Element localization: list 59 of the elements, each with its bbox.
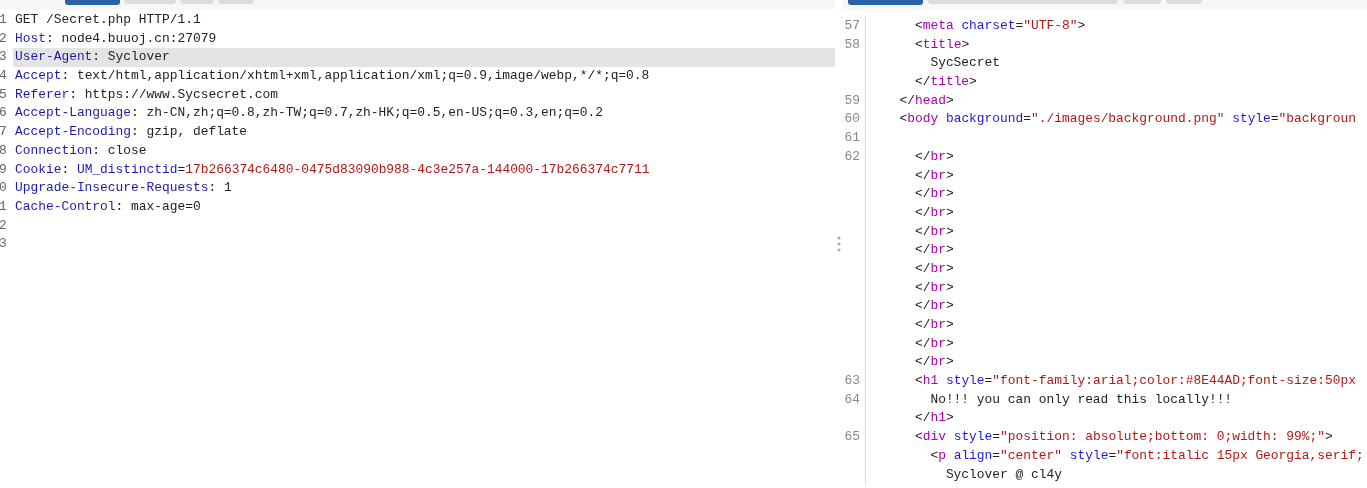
code-line: </br>	[913, 259, 954, 278]
line-number: 1	[0, 197, 8, 216]
code-line: Connection: close	[14, 141, 148, 160]
line-number: 58	[843, 35, 866, 55]
code-line: </br>	[913, 278, 954, 297]
code-line: Accept: text/html,application/xhtml+xml,application/xml;q=0.9,image/webp,*/*;q=0.8	[14, 67, 651, 86]
line-number: 9	[0, 160, 8, 179]
line-number: 0	[0, 179, 8, 198]
line-number: 64	[843, 390, 866, 410]
line-number: 8	[0, 141, 8, 160]
code-line: GET /Secret.php HTTP/1.1	[14, 11, 202, 29]
code-line: </br>	[913, 222, 954, 241]
code-line: <h1 style="font-family:arial;color:#8E44AD;font-size:50px	[913, 372, 1356, 391]
tab[interactable]	[848, 0, 923, 5]
code-line: </h1>	[913, 409, 954, 428]
code-line: </head>	[898, 91, 954, 110]
code-line: Host: node4.buuoj.cn:27079	[14, 29, 218, 48]
code-line: </br>	[913, 147, 954, 166]
code-line: Accept-Language: zh-CN,zh;q=0.8,zh-TW;q=0.7,zh-HK;q=0.5,en-US;q=0.3,en;q=0.2	[14, 104, 604, 123]
code-line: </title>	[913, 73, 977, 92]
code-line: No!!! you can only read this locally!!!	[929, 390, 1233, 409]
code-line: </br>	[913, 334, 954, 353]
code-line: </br>	[913, 166, 954, 185]
line-number: 2	[0, 216, 8, 235]
code-line: <title>	[913, 35, 970, 54]
code-line: Referer: https://www.Sycsecret.com	[14, 85, 280, 104]
code-line: </br>	[913, 353, 954, 372]
code-line: </br>	[913, 297, 954, 316]
line-number: 6	[0, 104, 8, 123]
code-line: <meta charset="UTF-8">	[913, 17, 1086, 35]
line-number: 60	[843, 110, 866, 130]
tab[interactable]	[65, 0, 120, 5]
line-number: 7	[0, 123, 8, 142]
code-line: Syclover @ cl4y	[944, 465, 1062, 484]
code-line: SycSecret	[929, 54, 1001, 73]
line-number: 59	[843, 91, 866, 111]
code-line: <body background="./images/background.png" style="backgroun	[898, 110, 1356, 129]
line-number: 3	[0, 48, 8, 67]
line-number: 4	[0, 67, 8, 86]
code-line: </br>	[913, 185, 954, 204]
code-line: </br>	[913, 316, 954, 334]
line-number: 63	[843, 372, 866, 391]
code-line: </br>	[913, 203, 954, 222]
drag-handle-icon[interactable]	[837, 236, 841, 252]
code-line: <div style="position: absolute;bottom: 0;width: 99%;">	[913, 428, 1333, 447]
code-line: </br>	[913, 241, 954, 260]
line-number: 1	[0, 11, 8, 29]
code-line: Accept-Encoding: gzip, deflate	[14, 123, 249, 142]
line-number: 61	[843, 129, 866, 148]
line-number: 57	[843, 17, 866, 36]
line-number: 62	[843, 147, 866, 167]
line-number: 2	[0, 29, 8, 48]
line-number: 5	[0, 85, 8, 104]
code-line: Cookie: UM_distinctid=17b266374c6480-0475d83090b988-4c3e257a-144000-17b266374c7711	[14, 160, 651, 179]
line-number: 3	[0, 235, 8, 254]
line-number: 65	[843, 428, 866, 447]
code-line: <p align="center" style="font:italic 15px Georgia,serif;	[929, 446, 1364, 465]
code-line: Upgrade-Insecure-Requests: 1	[14, 179, 233, 198]
code-line: Cache-Control: max-age=0	[14, 197, 202, 216]
